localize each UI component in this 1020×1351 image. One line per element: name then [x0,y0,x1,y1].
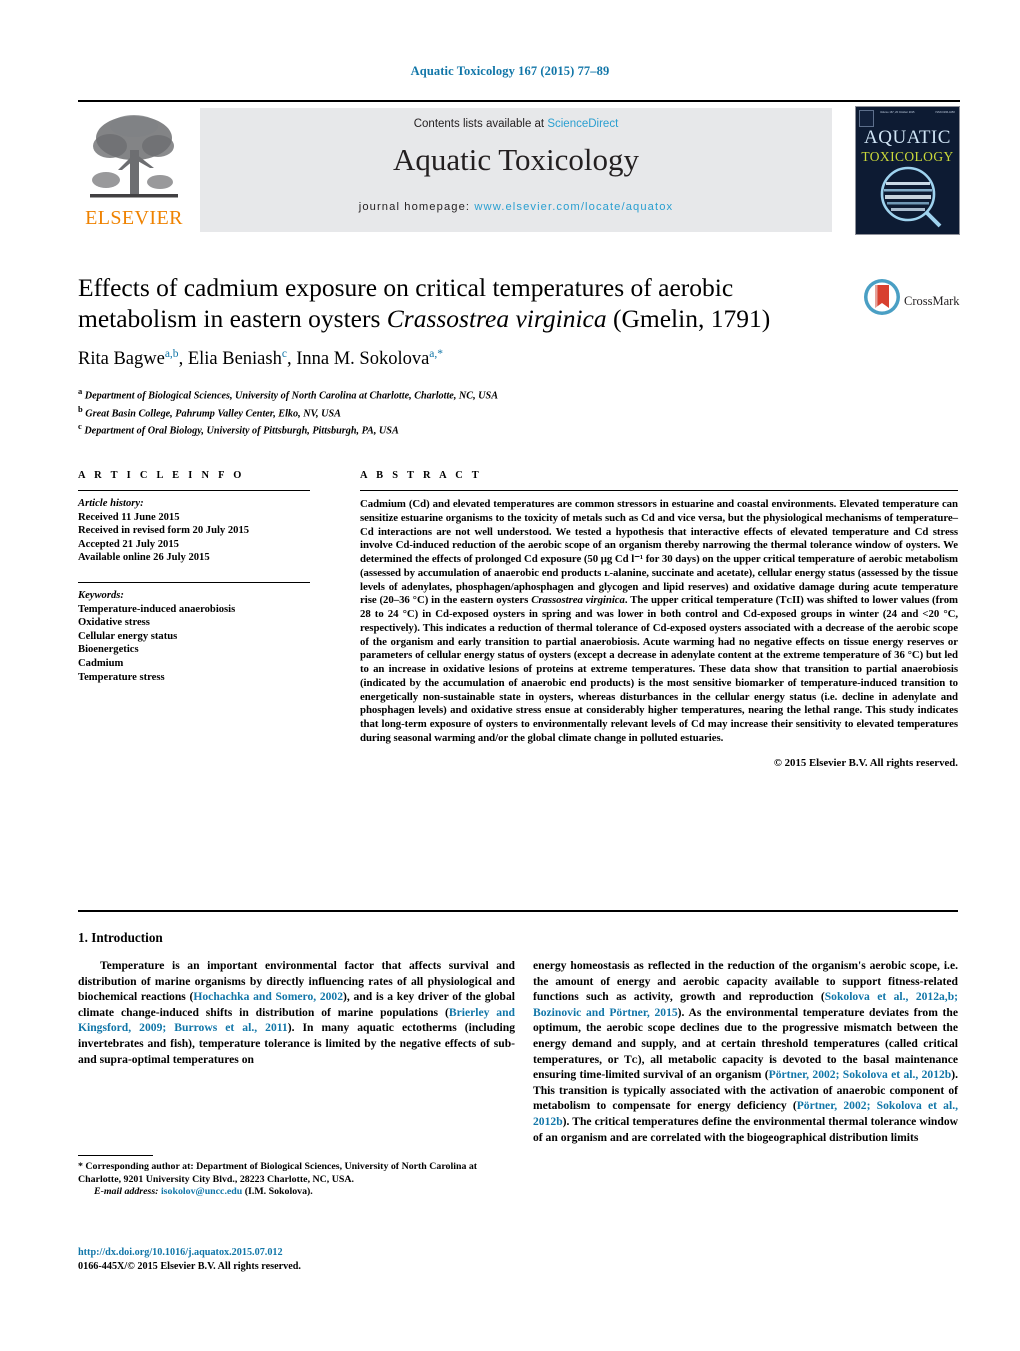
abstract-segment-2: . The upper critical temperature (TᴄII) … [360,594,958,744]
title-segment-2: (Gmelin, 1791) [606,304,771,333]
doi-link[interactable]: http://dx.doi.org/10.1016/j.aquatox.2015… [78,1246,515,1260]
affiliation-item: b Great Basin College, Pahrump Valley Ce… [78,403,778,421]
cover-title-line2: TOXICOLOGY [861,149,954,164]
cover-micro-left: Volume 167, 20 October 2015 [880,111,915,114]
article-history-block: Article history: Received 11 June 2015 R… [78,491,310,565]
email-owner: (I.M. Sokolova). [244,1186,313,1198]
journal-title: Aquatic Toxicology [392,142,640,177]
abstract-segment-1: Cadmium (Cd) and elevated temperatures a… [360,498,958,607]
email-line: E-mail address: isokolov@uncc.edu (I.M. … [78,1186,515,1199]
affiliation-list: a Department of Biological Sciences, Uni… [78,385,778,438]
affiliation-marker: a [78,386,83,396]
abstract-species-italic: Crassostrea virginica [531,594,625,607]
body-column-left: Temperature is an important environmenta… [78,958,515,1067]
contents-list-line: Contents lists available at ScienceDirec… [200,118,832,130]
affiliation-text: Department of Biological Sciences, Unive… [84,390,498,402]
history-item: Accepted 21 July 2015 [78,538,179,550]
footnote-divider [78,1155,153,1156]
keyword-item: Temperature stress [78,671,165,683]
footnote-text: Corresponding author at: Department of B… [78,1161,478,1185]
elsevier-tree-icon [90,115,178,198]
cover-magnifier-icon [880,166,942,228]
elsevier-wordmark: ELSEVIER [85,207,183,229]
history-item: Received 11 June 2015 [78,511,180,523]
title-species-italic: Crassostrea virginica [386,304,607,333]
affiliation-marker: b [78,403,83,414]
issn-copyright-line: 0166-445X/© 2015 Elsevier B.V. All right… [78,1261,301,1272]
crossmark-icon [864,279,900,315]
author-list: Rita Bagwea,b, Elia Beniashc, Inna M. So… [78,348,444,370]
paragraph: energy homeostasis as reflected in the r… [533,958,958,1145]
affiliation-item: c Department of Oral Biology, University… [78,420,778,438]
affiliation-text: Department of Oral Biology, University o… [84,425,399,437]
keyword-item: Temperature-induced anaerobiosis [78,603,236,615]
article-history-label: Article history: [78,498,144,509]
abstract-heading: A B S T R A C T [360,470,482,481]
keyword-item: Cellular energy status [78,630,178,642]
citation-link[interactable]: Pörtner, 2002; Sokolova et al., 2012b [769,1068,952,1081]
contents-prefix: Contents lists available at [413,118,548,130]
affiliation-item: a Department of Biological Sciences, Uni… [78,385,778,403]
running-head: Aquatic Toxicology 167 (2015) 77–89 [410,64,610,78]
homepage-url[interactable]: www.elsevier.com/locate/aquatox [474,201,673,213]
cover-micro-right: ISSN 0166-445X [935,111,955,114]
history-item: Received in revised form 20 July 2015 [78,525,250,537]
crossmark-badge[interactable]: CrossMark [862,277,960,331]
citation-link[interactable]: Hochachka and Somero, 2002 [193,990,343,1003]
keywords-label: Keywords: [78,589,124,601]
doi-block: http://dx.doi.org/10.1016/j.aquatox.2015… [78,1246,515,1274]
journal-article-page: Aquatic Toxicology 167 (2015) 77–89 ELSE… [0,0,1020,1351]
page-title: Effects of cadmium exposure on critical … [78,272,848,334]
author-affil-marker: c [281,348,287,360]
abstract-panel: A B S T R A C T Cadmium (Cd) and elevate… [360,470,958,769]
abstract-text: Cadmium (Cd) and elevated temperatures a… [360,491,958,746]
article-info-heading: A R T I C L E I N F O [78,470,245,481]
article-info-panel: A R T I C L E I N F O Article history: R… [78,470,310,684]
keyword-item: Bioenergetics [78,644,139,656]
email-link[interactable]: isokolov@uncc.edu [161,1186,242,1197]
section-heading-introduction: 1. Introduction [78,930,163,945]
journal-masthead: ELSEVIER Contents lists available at Sci… [78,100,960,235]
journal-homepage-line: journal homepage: www.elsevier.com/locat… [200,201,832,213]
email-label: E-mail address: [94,1186,159,1198]
keywords-block: Keywords: Temperature-induced anaerobios… [78,583,310,684]
cover-elsevier-mark [859,110,874,127]
divider [78,910,958,912]
paragraph: Temperature is an important environmenta… [78,958,515,1067]
author-affil-marker: a,b [164,348,179,360]
body-column-right: energy homeostasis as reflected in the r… [533,958,958,1145]
masthead-band: Contents lists available at ScienceDirec… [200,108,832,232]
affiliation-text: Great Basin College, Pahrump Valley Cent… [85,407,341,419]
elsevier-logo[interactable]: ELSEVIER [78,106,190,232]
cover-title-line1: AQUATIC [864,127,951,148]
crossmark-label: CrossMark [904,294,960,308]
journal-cover-thumbnail[interactable]: Volume 167, 20 October 2015 ISSN 0166-44… [855,106,960,235]
abstract-copyright: © 2015 Elsevier B.V. All rights reserved… [773,756,958,769]
author-affil-marker: a,* [429,348,444,360]
sciencedirect-link[interactable]: ScienceDirect [547,118,618,130]
history-item: Available online 26 July 2015 [78,552,210,564]
homepage-label: journal homepage: [358,201,471,213]
keyword-item: Cadmium [78,657,124,669]
corresponding-author-footnote: * Corresponding author at: Department of… [78,1161,515,1199]
keyword-item: Oxidative stress [78,617,150,629]
text-segment: ). The critical temperatures define the … [533,1114,958,1144]
affiliation-marker: c [78,421,82,432]
